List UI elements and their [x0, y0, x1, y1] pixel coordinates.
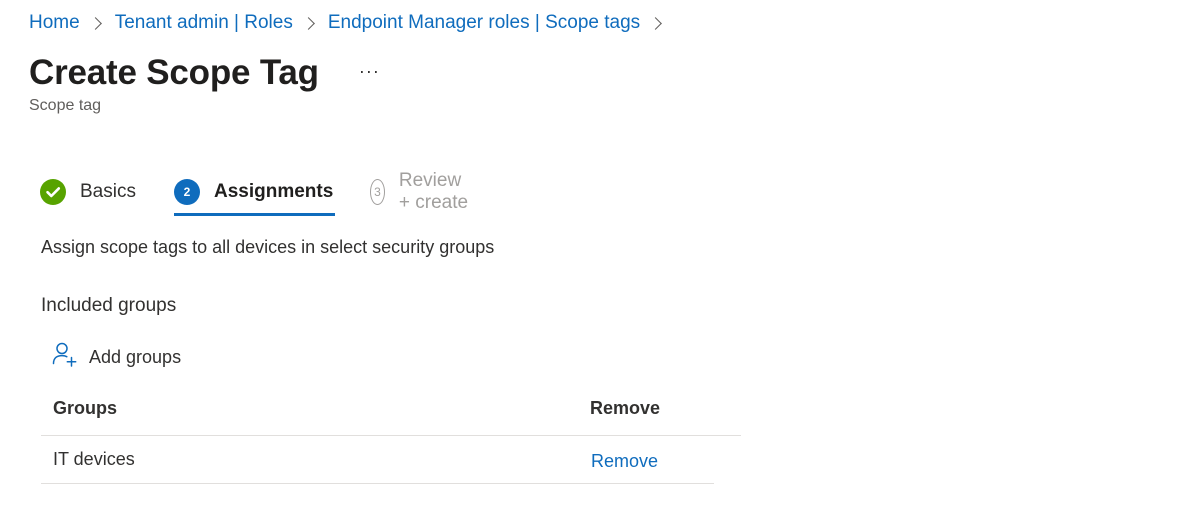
- table-row: IT devices Remove: [41, 436, 714, 484]
- breadcrumb: Home Tenant admin | Roles Endpoint Manag…: [29, 10, 675, 36]
- add-groups-label: Add groups: [89, 346, 182, 367]
- title-row: Create Scope Tag ···: [29, 50, 380, 96]
- tab-review-create-label: Review + create: [398, 170, 469, 213]
- breadcrumb-scope-tags[interactable]: Endpoint Manager roles | Scope tags: [328, 10, 640, 36]
- group-name-cell: IT devices: [53, 449, 135, 469]
- tab-basics[interactable]: Basics: [40, 173, 136, 211]
- active-tab-indicator: [174, 213, 335, 216]
- chevron-right-icon: [649, 16, 663, 30]
- tab-basics-label: Basics: [80, 181, 136, 202]
- chevron-right-icon: [301, 16, 315, 30]
- step-number-badge: 3: [370, 179, 385, 205]
- remove-group-link[interactable]: Remove: [591, 451, 658, 472]
- assignment-description: Assign scope tags to all devices in sele…: [41, 237, 495, 257]
- step-number-badge: 2: [174, 179, 200, 205]
- tab-review-create[interactable]: 3 Review + create: [370, 170, 472, 213]
- page-subtitle: Scope tag: [29, 97, 102, 114]
- breadcrumb-home[interactable]: Home: [29, 10, 80, 36]
- checkmark-icon: [40, 179, 66, 205]
- tab-assignments[interactable]: 2 Assignments: [174, 173, 333, 211]
- breadcrumb-tenant-admin-roles[interactable]: Tenant admin | Roles: [115, 10, 293, 36]
- included-groups-heading: Included groups: [41, 295, 177, 316]
- groups-table: Groups Remove IT devices Remove: [41, 390, 741, 484]
- column-header-remove: Remove: [590, 398, 661, 418]
- page: Home Tenant admin | Roles Endpoint Manag…: [0, 0, 1204, 508]
- table-header-row: Groups Remove: [41, 390, 741, 436]
- tab-assignments-label: Assignments: [214, 181, 334, 202]
- add-person-icon: [51, 341, 78, 373]
- column-header-groups: Groups: [53, 398, 118, 418]
- chevron-right-icon: [88, 16, 102, 30]
- page-title: Create Scope Tag: [29, 53, 319, 92]
- more-options-button[interactable]: ···: [359, 61, 380, 82]
- add-groups-button[interactable]: Add groups: [51, 341, 181, 373]
